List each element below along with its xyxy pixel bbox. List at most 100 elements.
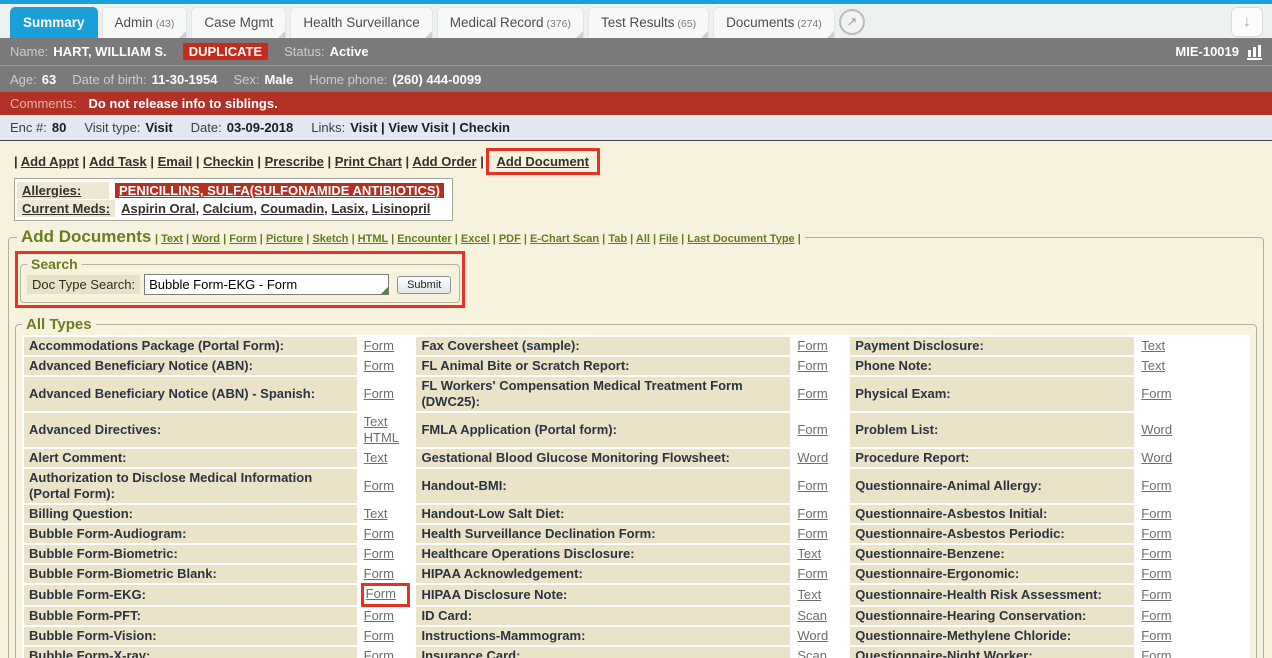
doc-type-link-form[interactable]: Form xyxy=(229,233,257,245)
doc-format-link-accommodations-package-portal-form-form[interactable]: Form xyxy=(364,338,394,353)
doc-format-link-advanced-beneficiary-notice-abn-form[interactable]: Form xyxy=(364,358,394,373)
action-link-add-appt[interactable]: Add Appt xyxy=(21,154,79,169)
doc-format-link-fmla-application-portal-form-form[interactable]: Form xyxy=(797,422,827,437)
doc-format-link-questionnaire-animal-allergy-form[interactable]: Form xyxy=(1141,478,1171,493)
doc-format-link-bubble-form-biometric-blank-form[interactable]: Form xyxy=(364,566,394,581)
doc-type-link-picture[interactable]: Picture xyxy=(266,233,303,245)
name-label: Name: xyxy=(10,44,48,59)
doc-format-link-gestational-blood-glucose-monitoring-flowsheet-word[interactable]: Word xyxy=(797,450,828,465)
doc-format-cell: Text xyxy=(1136,357,1248,375)
doc-format-cell: Text xyxy=(359,505,415,523)
all-types-legend: All Types xyxy=(22,316,96,333)
allergy-value-link[interactable]: PENICILLINS, SULFA(SULFONAMIDE ANTIBIOTI… xyxy=(115,183,444,198)
doc-format-link-problem-list-word[interactable]: Word xyxy=(1141,422,1172,437)
doc-format-link-health-surveillance-declination-form-form[interactable]: Form xyxy=(797,526,827,541)
current-meds-link[interactable]: Current Meds: xyxy=(22,201,110,216)
doc-format-link-physical-exam-form[interactable]: Form xyxy=(1141,386,1171,401)
med-link-lasix[interactable]: Lasix xyxy=(331,201,364,216)
doc-format-link-hipaa-acknowledgement-form[interactable]: Form xyxy=(797,566,827,581)
doc-format-link-questionnaire-asbestos-initial-form[interactable]: Form xyxy=(1141,506,1171,521)
doc-format-link-bubble-form-ekg-form[interactable]: Form xyxy=(366,586,396,601)
doc-format-link-healthcare-operations-disclosure-text[interactable]: Text xyxy=(797,546,821,561)
action-link-email[interactable]: Email xyxy=(158,154,193,169)
submit-button[interactable]: Submit xyxy=(397,276,451,294)
doc-type-link-word[interactable]: Word xyxy=(192,233,220,245)
action-link-add-order[interactable]: Add Order xyxy=(412,154,476,169)
doc-format-link-procedure-report-word[interactable]: Word xyxy=(1141,450,1172,465)
doc-format-link-fl-animal-bite-or-scratch-report-form[interactable]: Form xyxy=(797,358,827,373)
tab-documents[interactable]: Documents (274) xyxy=(713,7,835,38)
doc-format-link-questionnaire-hearing-conservation-form[interactable]: Form xyxy=(1141,608,1171,623)
tab-admin[interactable]: Admin (43) xyxy=(102,7,188,38)
doc-type-link-last-document-type[interactable]: Last Document Type xyxy=(687,233,794,245)
encounter-link-view-visit[interactable]: View Visit xyxy=(388,120,448,135)
med-link-coumadin[interactable]: Coumadin xyxy=(261,201,325,216)
doc-format-link-advanced-beneficiary-notice-abn-spanish-form[interactable]: Form xyxy=(364,386,394,401)
doc-format-link-instructions-mammogram-word[interactable]: Word xyxy=(797,628,828,643)
doc-type-link-html[interactable]: HTML xyxy=(358,233,388,245)
action-link-add-document[interactable]: Add Document xyxy=(497,154,589,169)
doc-format-link-billing-question-text[interactable]: Text xyxy=(364,506,388,521)
popout-icon[interactable]: ↗ xyxy=(839,9,865,35)
action-link-print-chart[interactable]: Print Chart xyxy=(335,154,402,169)
doc-format-link-advanced-directives-html[interactable]: HTML xyxy=(364,430,399,445)
flowsheet-chart-icon[interactable] xyxy=(1247,44,1262,60)
doc-format-link-authorization-to-disclose-medical-information-portal-form-form[interactable]: Form xyxy=(364,478,394,493)
doc-format-link-bubble-form-pft-form[interactable]: Form xyxy=(364,608,394,623)
doc-format-link-questionnaire-methylene-chloride-form[interactable]: Form xyxy=(1141,628,1171,643)
doc-type-link-pdf[interactable]: PDF xyxy=(499,233,521,245)
encounter-link-checkin[interactable]: Checkin xyxy=(459,120,510,135)
doc-type-label: Questionnaire-Ergonomic: xyxy=(850,565,1134,583)
doc-type-link-text[interactable]: Text xyxy=(161,233,183,245)
doc-format-link-bubble-form-biometric-form[interactable]: Form xyxy=(364,546,394,561)
tab-health-surveillance[interactable]: Health Surveillance xyxy=(290,7,432,38)
doc-type-link-all[interactable]: All xyxy=(636,233,650,245)
action-link-checkin[interactable]: Checkin xyxy=(203,154,254,169)
doc-format-link-fl-workers-compensation-medical-treatment-form-dwc25-form[interactable]: Form xyxy=(797,386,827,401)
doc-format-link-bubble-form-vision-form[interactable]: Form xyxy=(364,628,394,643)
doc-format-link-fax-coversheet-sample-form[interactable]: Form xyxy=(797,338,827,353)
med-link-aspirin-oral[interactable]: Aspirin Oral xyxy=(121,201,195,216)
doc-type-search-input[interactable] xyxy=(144,274,389,295)
doc-format-link-hipaa-disclosure-note-text[interactable]: Text xyxy=(797,587,821,602)
doc-type-row: Authorization to Disclose Medical Inform… xyxy=(24,469,1248,503)
tab-case-mgmt[interactable]: Case Mgmt xyxy=(191,7,286,38)
enc-number-label: Enc #: xyxy=(10,120,47,135)
visit-date-label: Date: xyxy=(191,120,222,135)
doc-type-label: Questionnaire-Hearing Conservation: xyxy=(850,607,1134,625)
doc-type-link-file[interactable]: File xyxy=(659,233,678,245)
doc-format-link-bubble-form-audiogram-form[interactable]: Form xyxy=(364,526,394,541)
doc-type-link-tab[interactable]: Tab xyxy=(608,233,627,245)
doc-format-link-id-card-scan[interactable]: Scan xyxy=(797,608,827,623)
tab-medical-record[interactable]: Medical Record (376) xyxy=(437,7,584,38)
med-link-lisinopril[interactable]: Lisinopril xyxy=(372,201,431,216)
doc-format-link-handout-low-salt-diet-form[interactable]: Form xyxy=(797,506,827,521)
doc-type-link-excel[interactable]: Excel xyxy=(461,233,490,245)
doc-format-link-bubble-form-x-ray-form[interactable]: Form xyxy=(364,648,394,658)
doc-format-link-handout-bmi-form[interactable]: Form xyxy=(797,478,827,493)
dropdown-fold-icon xyxy=(576,31,583,38)
action-link-prescribe[interactable]: Prescribe xyxy=(265,154,324,169)
med-link-calcium[interactable]: Calcium xyxy=(203,201,254,216)
tab-summary[interactable]: Summary xyxy=(10,7,98,38)
doc-type-link-encounter[interactable]: Encounter xyxy=(397,233,451,245)
doc-type-link-sketch[interactable]: Sketch xyxy=(312,233,348,245)
doc-format-link-alert-comment-text[interactable]: Text xyxy=(364,450,388,465)
allergies-link[interactable]: Allergies: xyxy=(22,183,81,198)
doc-format-link-questionnaire-health-risk-assessment-form[interactable]: Form xyxy=(1141,587,1171,602)
patient-name: HART, WILLIAM S. xyxy=(53,44,166,59)
status-label: Status: xyxy=(284,44,324,59)
encounter-link-visit[interactable]: Visit xyxy=(350,120,377,135)
doc-format-link-advanced-directives-text[interactable]: Text xyxy=(364,414,388,429)
action-link-add-task[interactable]: Add Task xyxy=(89,154,147,169)
doc-format-link-questionnaire-night-worker-form[interactable]: Form xyxy=(1141,648,1171,658)
doc-format-link-questionnaire-asbestos-periodic-form[interactable]: Form xyxy=(1141,526,1171,541)
doc-format-link-questionnaire-benzene-form[interactable]: Form xyxy=(1141,546,1171,561)
doc-type-link-e-chart-scan[interactable]: E-Chart Scan xyxy=(530,233,599,245)
doc-format-link-payment-disclosure-text[interactable]: Text xyxy=(1141,338,1165,353)
doc-format-link-insurance-card-scan[interactable]: Scan xyxy=(797,648,827,658)
doc-format-link-phone-note-text[interactable]: Text xyxy=(1141,358,1165,373)
tab-test-results[interactable]: Test Results (65) xyxy=(588,7,709,38)
download-button[interactable]: ↓ xyxy=(1231,7,1263,37)
doc-format-link-questionnaire-ergonomic-form[interactable]: Form xyxy=(1141,566,1171,581)
